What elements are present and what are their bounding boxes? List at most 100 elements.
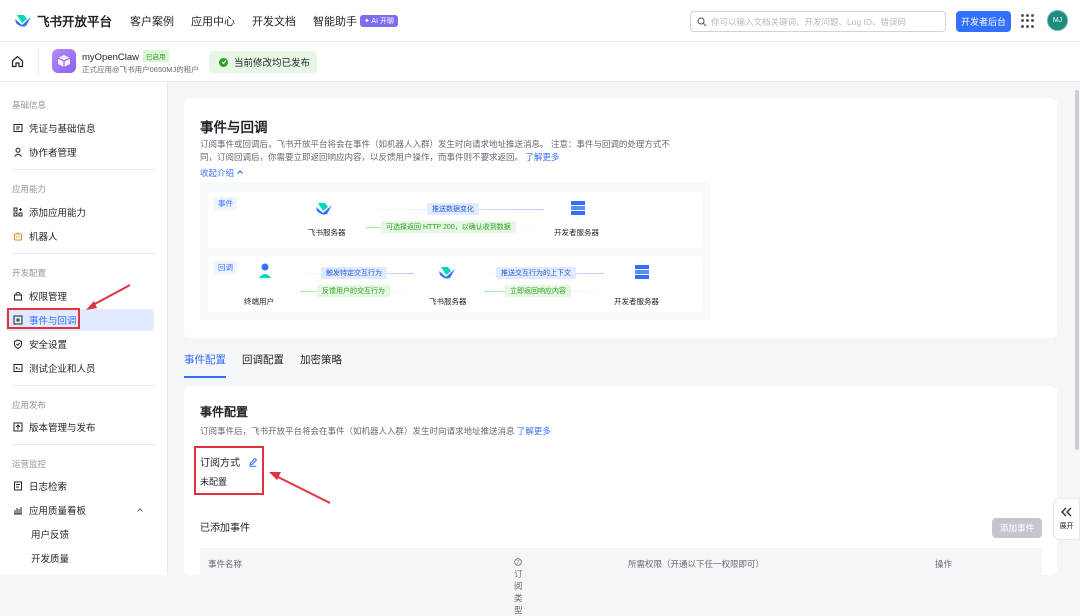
log-icon <box>13 481 23 491</box>
app-name: myOpenClaw 已启用 <box>82 50 169 63</box>
app-header-bar: myOpenClaw 已启用 正式应用@飞书用户0650MJ的租户 当前修改均已发… <box>0 42 1080 82</box>
sidebar-item-user-feedback[interactable]: 用户反馈 <box>6 523 154 545</box>
event-flow-row: 事件 飞书服务器 推送数据变化 可选择返回 HTTP 200，以确认收到数据 开… <box>208 192 702 248</box>
sidebar-item-add-capability[interactable]: 添加应用能力 <box>6 201 154 223</box>
push-data-chip: 推送数据变化 <box>427 203 479 215</box>
home-icon[interactable] <box>11 55 24 68</box>
sidebar-item-label: 凭证与基础信息 <box>29 124 96 135</box>
event-config-desc-text: 订阅事件后，飞书开放平台将会在事件（如机器人入群）发生时向请求地址推送消息 <box>200 426 515 436</box>
tab-event-config[interactable]: 事件配置 <box>184 352 226 378</box>
tab-encryption[interactable]: 加密策略 <box>300 352 342 376</box>
feishu-logo[interactable]: 飞书开放平台 <box>14 11 116 30</box>
highlight-box-subscription <box>194 446 264 495</box>
sidebar-item-collaborators[interactable]: 协作者管理 <box>6 141 154 163</box>
sidebar-item-label: 添加应用能力 <box>29 208 87 219</box>
event-config-description: 订阅事件后，飞书开放平台将会在事件（如机器人入群）发生时向请求地址推送消息 了解… <box>200 425 551 437</box>
col-subscription-type: 订阅类型 ? <box>514 558 523 615</box>
nav-dev-docs[interactable]: 开发文档 <box>252 13 296 29</box>
feishu-server-label: 飞书服务器 <box>429 297 467 306</box>
feishu-server-icon <box>316 203 332 215</box>
sidebar-item-versions[interactable]: 版本管理与发布 <box>6 416 154 438</box>
app-icon <box>52 49 76 73</box>
chevron-up-icon <box>137 508 143 512</box>
section-dev-config: 开发配置 <box>12 268 47 278</box>
divider <box>12 253 156 254</box>
publish-status: 当前修改均已发布 <box>209 51 317 73</box>
add-event-button[interactable]: 添加事件 <box>992 518 1042 538</box>
help-icon[interactable]: ? <box>514 558 522 566</box>
double-chevron-left-icon <box>1060 507 1071 517</box>
credential-icon <box>13 123 23 133</box>
sidebar-item-credentials[interactable]: 凭证与基础信息 <box>6 117 154 139</box>
top-navigation-bar: 飞书开放平台 客户案例 应用中心 开发文档 智能助手✦ AI 开聊 开发者后台 … <box>0 0 1080 42</box>
col-actions: 操作 <box>935 559 953 569</box>
sidebar-item-label: 权限管理 <box>29 292 68 303</box>
nav-customer-cases[interactable]: 客户案例 <box>130 13 174 29</box>
intro-desc-line2: 同，订阅回调后，你需要立即返回响应内容，以反馈用户操作，而事件则不要求返回。 <box>200 152 524 162</box>
col-event-name: 事件名称 <box>208 559 243 569</box>
search-icon <box>697 16 707 26</box>
intro-description: 订阅事件或回调后，飞书开放平台将会在事件（如机器人入群）发生时向请求地址推送消息… <box>200 138 720 164</box>
developer-console-button[interactable]: 开发者后台 <box>956 11 1011 32</box>
scrollbar[interactable] <box>1075 90 1079 450</box>
app-subtitle: 正式应用@飞书用户0650MJ的租户 <box>82 65 199 74</box>
nav-smart-assistant[interactable]: 智能助手 ✦ AI 开聊 <box>313 13 398 29</box>
config-tabs: 事件配置 回调配置 加密策略 <box>184 352 358 378</box>
end-user-label: 终端用户 <box>244 297 274 306</box>
intro-card: 事件与回调 订阅事件或回调后，飞书开放平台将会在事件（如机器人入群）发生时向请求… <box>184 98 1057 338</box>
lock-icon <box>13 291 23 301</box>
feishu-server-label: 飞书服务器 <box>308 228 346 237</box>
search-input[interactable] <box>711 16 939 27</box>
divider <box>38 50 39 76</box>
apps-grid-icon[interactable] <box>1021 14 1035 28</box>
ai-badge: ✦ AI 开聊 <box>360 14 398 27</box>
tab-callback-config[interactable]: 回调配置 <box>242 352 284 376</box>
page-title: 事件与回调 <box>200 120 268 135</box>
sidebar-item-dev-quality[interactable]: 开发质量 <box>6 547 154 569</box>
highlight-box-sidebar <box>7 308 80 329</box>
sidebar-item-label: 版本管理与发布 <box>29 423 96 434</box>
app-status-badge: 已启用 <box>143 50 169 62</box>
feishu-server-icon <box>439 267 455 279</box>
event-config-title: 事件配置 <box>200 405 249 419</box>
robot-icon <box>13 231 23 241</box>
return-now-chip: 立即返回响应内容 <box>505 285 571 297</box>
divider <box>12 385 156 386</box>
push-context-chip: 推送交互行为的上下文 <box>496 267 576 279</box>
intro-desc-line1: 订阅事件或回调后，飞书开放平台将会在事件（如机器人入群）发生时向请求地址推送消息… <box>200 139 670 149</box>
feedback-chip: 反馈用户的交互行为 <box>317 285 390 297</box>
test-icon <box>13 363 23 373</box>
sidebar-item-quality-dashboard[interactable]: 应用质量看板 <box>6 499 154 521</box>
sidebar-item-label: 协作者管理 <box>29 148 77 159</box>
dev-server-label: 开发者服务器 <box>614 297 659 306</box>
sidebar-item-test-org[interactable]: 测试企业和人员 <box>6 357 154 379</box>
dev-server-icon <box>635 265 649 279</box>
search-box[interactable] <box>690 11 946 32</box>
smart-assistant-label: 智能助手 <box>313 15 357 28</box>
collapse-intro-link[interactable]: 收起介绍 <box>200 167 244 179</box>
section-basic-info: 基础信息 <box>12 100 47 110</box>
top-nav: 客户案例 应用中心 开发文档 智能助手 ✦ AI 开聊 <box>130 13 415 29</box>
sidebar-item-label: 测试企业和人员 <box>29 364 96 375</box>
expand-label: 展开 <box>1059 523 1074 530</box>
expand-panel-button[interactable]: 展开 <box>1053 498 1080 540</box>
sidebar-item-security[interactable]: 安全设置 <box>6 333 154 355</box>
nav-app-center[interactable]: 应用中心 <box>191 13 235 29</box>
learn-more-link[interactable]: 了解更多 <box>517 426 551 436</box>
avatar[interactable]: MJ <box>1047 10 1068 31</box>
feishu-logo-icon <box>15 14 31 27</box>
sidebar-item-logs[interactable]: 日志检索 <box>6 475 154 497</box>
section-ops-monitoring: 运营监控 <box>12 459 47 469</box>
cube-icon <box>57 55 71 67</box>
user-icon <box>13 147 23 157</box>
sidebar-item-label: 用户反馈 <box>31 530 70 541</box>
sidebar-item-permissions[interactable]: 权限管理 <box>6 285 154 307</box>
sidebar-item-robot[interactable]: 机器人 <box>6 225 154 247</box>
shield-icon <box>13 339 23 349</box>
learn-more-link[interactable]: 了解更多 <box>525 152 559 162</box>
svg-text:?: ? <box>517 560 520 566</box>
brand-name: 飞书开放平台 <box>37 15 113 29</box>
return-200-chip: 可选择返回 HTTP 200，以确认收到数据 <box>381 221 516 233</box>
event-tag: 事件 <box>214 197 237 210</box>
callback-flow-row: 回调 终端用户 触发特定交互行为 反馈用户的交互行为 飞书服务器 推送交互行为的… <box>208 256 702 312</box>
